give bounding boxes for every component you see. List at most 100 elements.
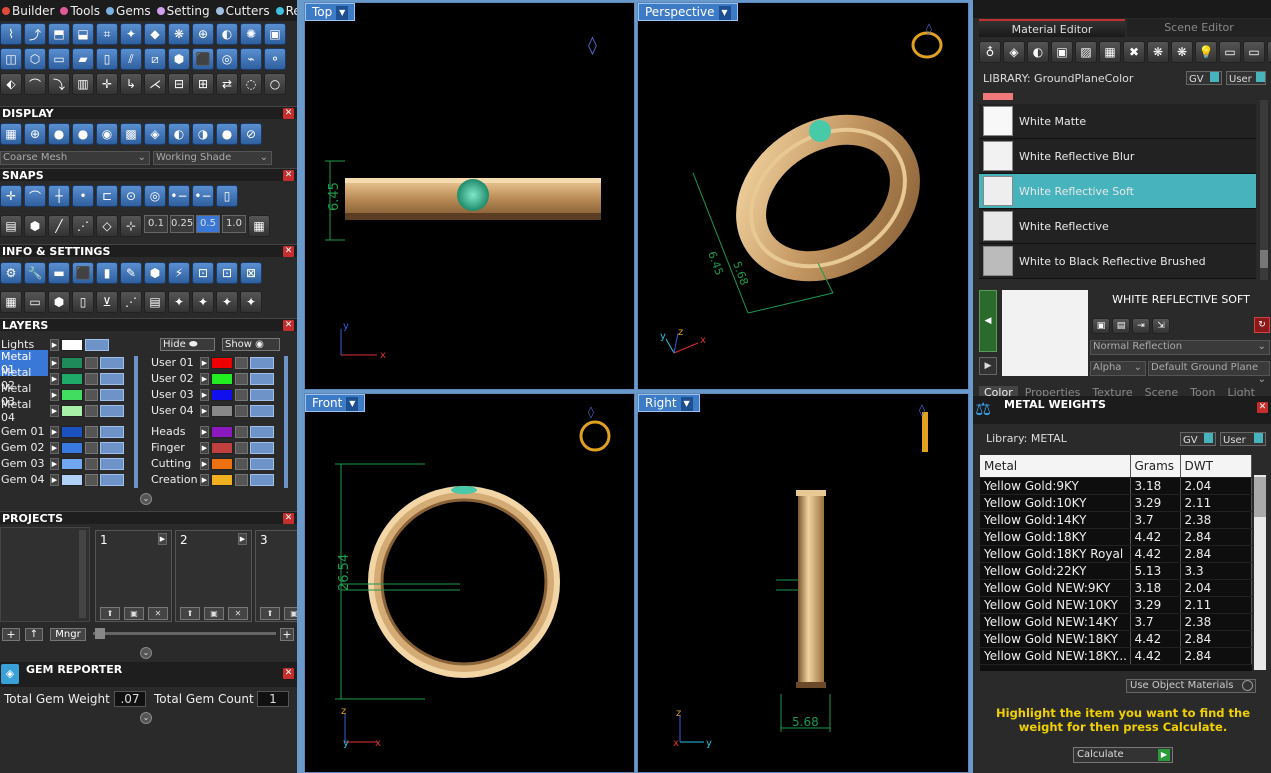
layer-row[interactable]: Gem 01 ▶ [0,424,124,439]
layer-visibility-toggle[interactable] [250,356,274,369]
tool-icon[interactable]: ▮ [96,262,118,284]
tool-icon[interactable]: ⋰ [120,291,142,313]
layer-visibility-toggle[interactable] [250,473,274,486]
hide-button[interactable]: Hide ⬬ [160,338,215,351]
layer-visibility-toggle[interactable] [100,356,124,369]
table-row[interactable]: Yellow Gold NEW:14KY 3.7 2.38 [980,613,1252,631]
layer-row[interactable]: Gem 02 ▶ [0,440,124,455]
tool-icon[interactable]: ◎ [144,185,166,207]
tool-icon[interactable]: ┼ [48,185,70,207]
tool-icon[interactable]: ▩ [120,123,142,145]
lock-icon[interactable] [235,372,248,385]
upload-icon[interactable]: ⬆ [180,607,200,620]
tool-icon[interactable]: ⬒ [48,23,70,45]
lock-icon[interactable] [235,425,248,438]
tool-icon[interactable]: ⬢ [24,215,46,237]
tool-icon[interactable]: ▭ [1243,41,1265,63]
expand-arrow-icon[interactable]: ▶ [200,441,209,454]
tool-icon[interactable]: ○ [264,73,286,95]
table-row[interactable]: Yellow Gold:14KY 3.7 2.38 [980,511,1252,529]
layer-row[interactable]: User 02 ▶ [150,371,274,386]
layer-name[interactable]: Gem 01 [0,425,48,438]
chevron-down-icon[interactable]: ⌄ [140,493,152,505]
tool-icon[interactable]: ● [216,123,238,145]
layer-row[interactable]: Cutting ▶ [150,456,274,471]
tool-icon[interactable]: ▬ [48,262,70,284]
menu-tools[interactable]: Tools [60,4,100,18]
tool-icon[interactable]: ◫ [0,48,22,70]
column-header[interactable]: Grams [1130,455,1181,478]
layer-color-swatch[interactable] [61,372,83,385]
tool-icon[interactable]: ⧄ [144,48,166,70]
tool-icon[interactable]: ▯ [216,185,238,207]
snap-value-button[interactable]: 0.25 [170,215,194,233]
tool-icon[interactable]: ▦ [0,123,22,145]
tool-icon[interactable]: ⋌ [144,73,166,95]
tool-icon[interactable]: ▣ [264,23,286,45]
layer-name[interactable]: User 03 [150,388,198,401]
project-slider-handle[interactable] [95,628,105,639]
tool-icon[interactable]: ◆ [144,23,166,45]
tool-icon[interactable]: ⬛ [192,48,214,70]
layer-row[interactable]: User 01 ▶ [150,355,274,370]
manager-button[interactable]: Mngr [50,628,86,641]
table-row[interactable]: Yellow Gold:18KY 4.42 2.84 [980,528,1252,546]
layer-name[interactable]: Gem 03 [0,457,48,470]
shade-select[interactable]: Working Shade ⌄ [153,151,272,165]
tool-icon[interactable]: •− [192,185,214,207]
tool-icon[interactable]: ⊘ [240,123,262,145]
tool-icon[interactable]: ▭ [1219,41,1241,63]
tool-icon[interactable]: ⊞ [192,73,214,95]
expand-arrow-icon[interactable]: ▶ [50,457,59,470]
tool-icon[interactable]: ▨ [1075,41,1097,63]
layer-color-swatch[interactable] [211,441,233,454]
layer-name[interactable]: Metal 04 [0,398,48,424]
layer-color-swatch[interactable] [61,441,83,454]
tool-icon[interactable]: ⌗ [96,23,118,45]
upload-icon[interactable]: ⬆ [100,607,120,620]
tool-icon[interactable]: ⚙ [0,262,22,284]
lock-icon[interactable] [85,356,98,369]
scrollbar[interactable] [1260,100,1268,280]
tool-icon[interactable]: ⬢ [48,291,70,313]
reflection-select[interactable]: Normal Reflection ⌄ [1090,340,1270,355]
layer-name[interactable]: Finger [150,441,198,454]
menu-builder[interactable]: Builder [2,4,54,18]
layer-color-swatch[interactable] [211,473,233,486]
snap-value-button[interactable]: 1.0 [222,215,246,233]
expand-arrow-icon[interactable]: ▶ [200,404,209,417]
layer-visibility-toggle[interactable] [100,404,124,417]
tool-icon[interactable]: ▭ [24,291,46,313]
project-slot[interactable]: 2 ▶ ⬆ ▣ ✕ [175,530,252,622]
gv-toggle[interactable]: GV [1186,71,1222,85]
tool-icon[interactable]: ⬓ [72,23,94,45]
tool-icon[interactable]: 🔧 [24,262,46,284]
viewport-top[interactable]: Top ▼ 6.45 x y ◊ [304,2,635,390]
radio-icon[interactable] [1242,680,1253,691]
tool-icon[interactable]: ▣ [1051,41,1073,63]
tool-icon[interactable]: ❋ [1171,41,1193,63]
tool-icon[interactable]: ⊡ [216,262,238,284]
close-icon[interactable]: ✕ [1257,402,1268,413]
expand-arrow-icon[interactable]: ▶ [50,356,59,369]
tool-icon[interactable]: ❋ [1147,41,1169,63]
lock-icon[interactable] [235,404,248,417]
use-object-materials-checkbox[interactable]: Use Object Materials [1126,679,1256,693]
material-item[interactable]: White Reflective Soft [979,174,1256,209]
tool-icon[interactable]: ✦ [240,291,262,313]
table-row[interactable]: Yellow Gold:22KY 5.13 3.3 [980,562,1252,580]
tool-icon[interactable]: ⊏ [96,185,118,207]
layer-color-swatch[interactable] [211,425,233,438]
tool-icon[interactable]: ◈ [144,123,166,145]
refresh-icon[interactable]: ↻ [1254,317,1270,333]
add-icon[interactable]: + [280,628,294,641]
import-icon[interactable]: ⇲ [1152,318,1170,334]
tool-icon[interactable]: ⌒ [24,73,46,95]
tool-icon[interactable]: ✦ [216,291,238,313]
expand-arrow-icon[interactable]: ▶ [200,372,209,385]
tool-icon[interactable]: ⇄ [216,73,238,95]
layer-visibility-toggle[interactable] [250,457,274,470]
tool-icon[interactable]: ⊙ [120,185,142,207]
expand-arrow-icon[interactable]: ▶ [200,425,209,438]
lock-icon[interactable] [85,425,98,438]
